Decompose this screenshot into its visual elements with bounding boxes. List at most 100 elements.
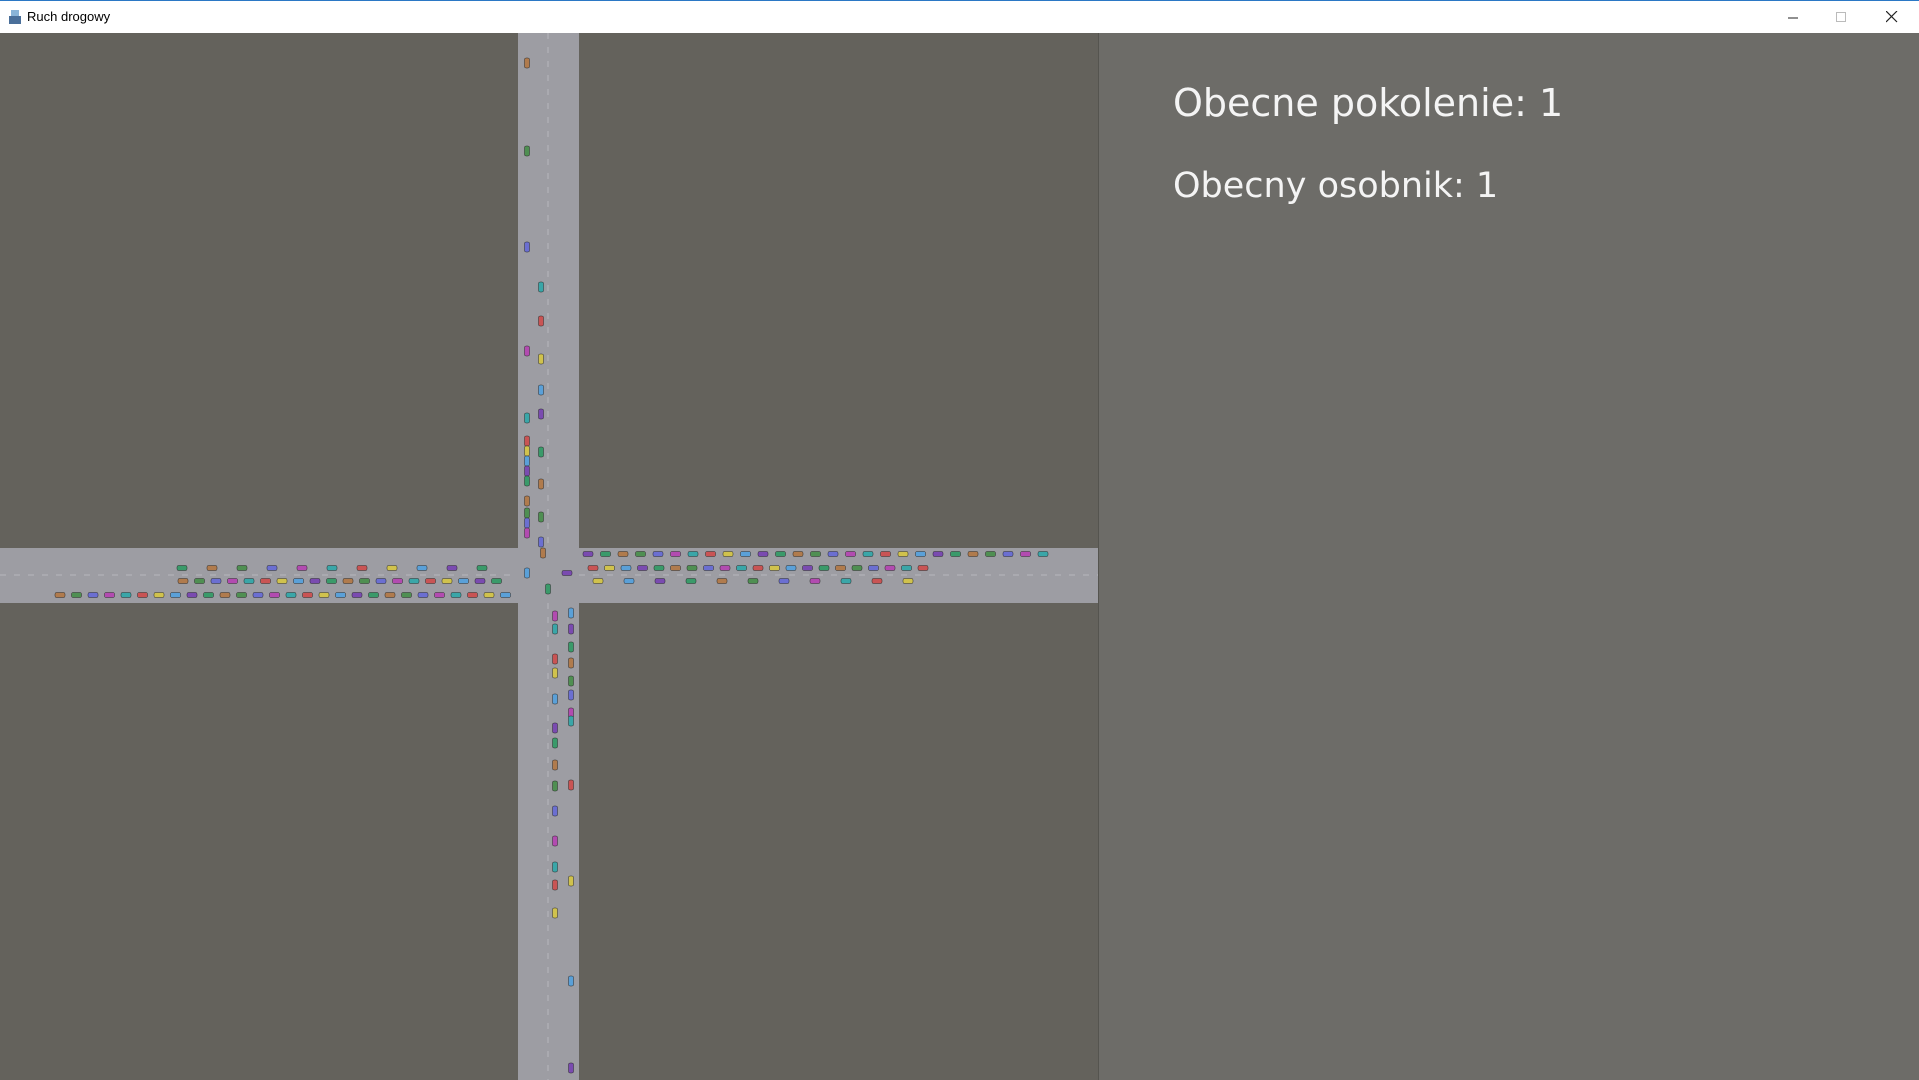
car xyxy=(176,565,188,571)
intersection-map xyxy=(0,33,1098,1080)
car xyxy=(897,551,909,557)
car xyxy=(810,551,821,557)
car xyxy=(296,565,308,571)
car xyxy=(538,281,544,293)
car xyxy=(568,607,574,619)
car xyxy=(932,551,944,557)
car xyxy=(538,446,544,458)
car xyxy=(868,565,879,571)
car xyxy=(524,445,530,457)
car xyxy=(902,578,914,584)
car xyxy=(552,835,558,847)
car xyxy=(871,578,883,584)
car xyxy=(716,578,728,584)
car xyxy=(592,578,604,584)
info-panel: Obecne pokolenie: 1 Obecny osobnik: 1 xyxy=(1098,33,1919,1080)
car xyxy=(552,623,558,635)
car xyxy=(524,241,530,253)
car xyxy=(302,592,313,598)
maximize-icon xyxy=(1835,11,1846,22)
car xyxy=(552,759,558,771)
car xyxy=(687,551,699,557)
car xyxy=(538,408,544,420)
car xyxy=(967,551,979,557)
car xyxy=(318,592,330,598)
car xyxy=(524,465,530,477)
car xyxy=(1020,551,1031,557)
close-icon xyxy=(1886,11,1898,23)
car xyxy=(342,578,354,584)
car xyxy=(326,578,337,584)
car xyxy=(552,780,558,792)
car xyxy=(538,511,544,523)
car xyxy=(652,551,664,557)
car xyxy=(775,551,786,557)
car xyxy=(326,565,338,571)
car xyxy=(769,565,780,571)
car xyxy=(538,384,544,396)
car xyxy=(524,517,530,529)
car xyxy=(474,578,486,584)
car xyxy=(54,592,66,598)
car xyxy=(375,578,387,584)
car xyxy=(623,578,635,584)
car xyxy=(467,592,478,598)
individual-label: Obecny osobnik: 1 xyxy=(1173,166,1499,206)
car xyxy=(950,551,961,557)
car xyxy=(417,592,429,598)
car xyxy=(206,565,218,571)
car xyxy=(792,551,804,557)
car xyxy=(236,565,248,571)
car xyxy=(269,592,280,598)
car xyxy=(600,551,611,557)
car xyxy=(635,551,646,557)
car xyxy=(552,610,558,622)
generation-label: Obecne pokolenie: 1 xyxy=(1173,81,1564,125)
minimize-button[interactable] xyxy=(1770,1,1816,33)
car xyxy=(538,536,544,548)
car xyxy=(851,565,863,571)
car xyxy=(500,592,511,598)
car xyxy=(802,565,813,571)
car xyxy=(685,578,697,584)
car xyxy=(1002,551,1014,557)
title-bar: Ruch drogowy xyxy=(0,0,1919,33)
minimize-icon xyxy=(1787,17,1798,18)
maximize-button[interactable] xyxy=(1818,1,1864,33)
car xyxy=(401,592,412,598)
car xyxy=(552,722,558,734)
car xyxy=(87,592,99,598)
close-button[interactable] xyxy=(1869,1,1915,33)
car xyxy=(568,715,574,727)
car xyxy=(309,578,321,584)
car xyxy=(568,975,574,987)
car xyxy=(260,578,271,584)
car xyxy=(740,551,751,557)
car xyxy=(757,551,769,557)
car xyxy=(203,592,214,598)
car xyxy=(266,565,278,571)
car xyxy=(524,455,530,467)
car xyxy=(818,565,830,571)
car xyxy=(524,57,530,69)
car xyxy=(210,578,222,584)
car xyxy=(434,592,445,598)
car xyxy=(219,592,231,598)
car xyxy=(194,578,205,584)
car xyxy=(276,578,288,584)
car xyxy=(705,551,716,557)
car xyxy=(285,592,297,598)
simulation-view xyxy=(0,33,1098,1080)
car xyxy=(752,565,764,571)
car xyxy=(568,1062,574,1074)
window-title: Ruch drogowy xyxy=(27,9,111,24)
car xyxy=(880,551,891,557)
car xyxy=(104,592,115,598)
car xyxy=(540,547,546,559)
car xyxy=(568,689,574,701)
car xyxy=(227,578,238,584)
car xyxy=(552,653,558,665)
car xyxy=(915,551,926,557)
car xyxy=(351,592,363,598)
car xyxy=(71,592,82,598)
